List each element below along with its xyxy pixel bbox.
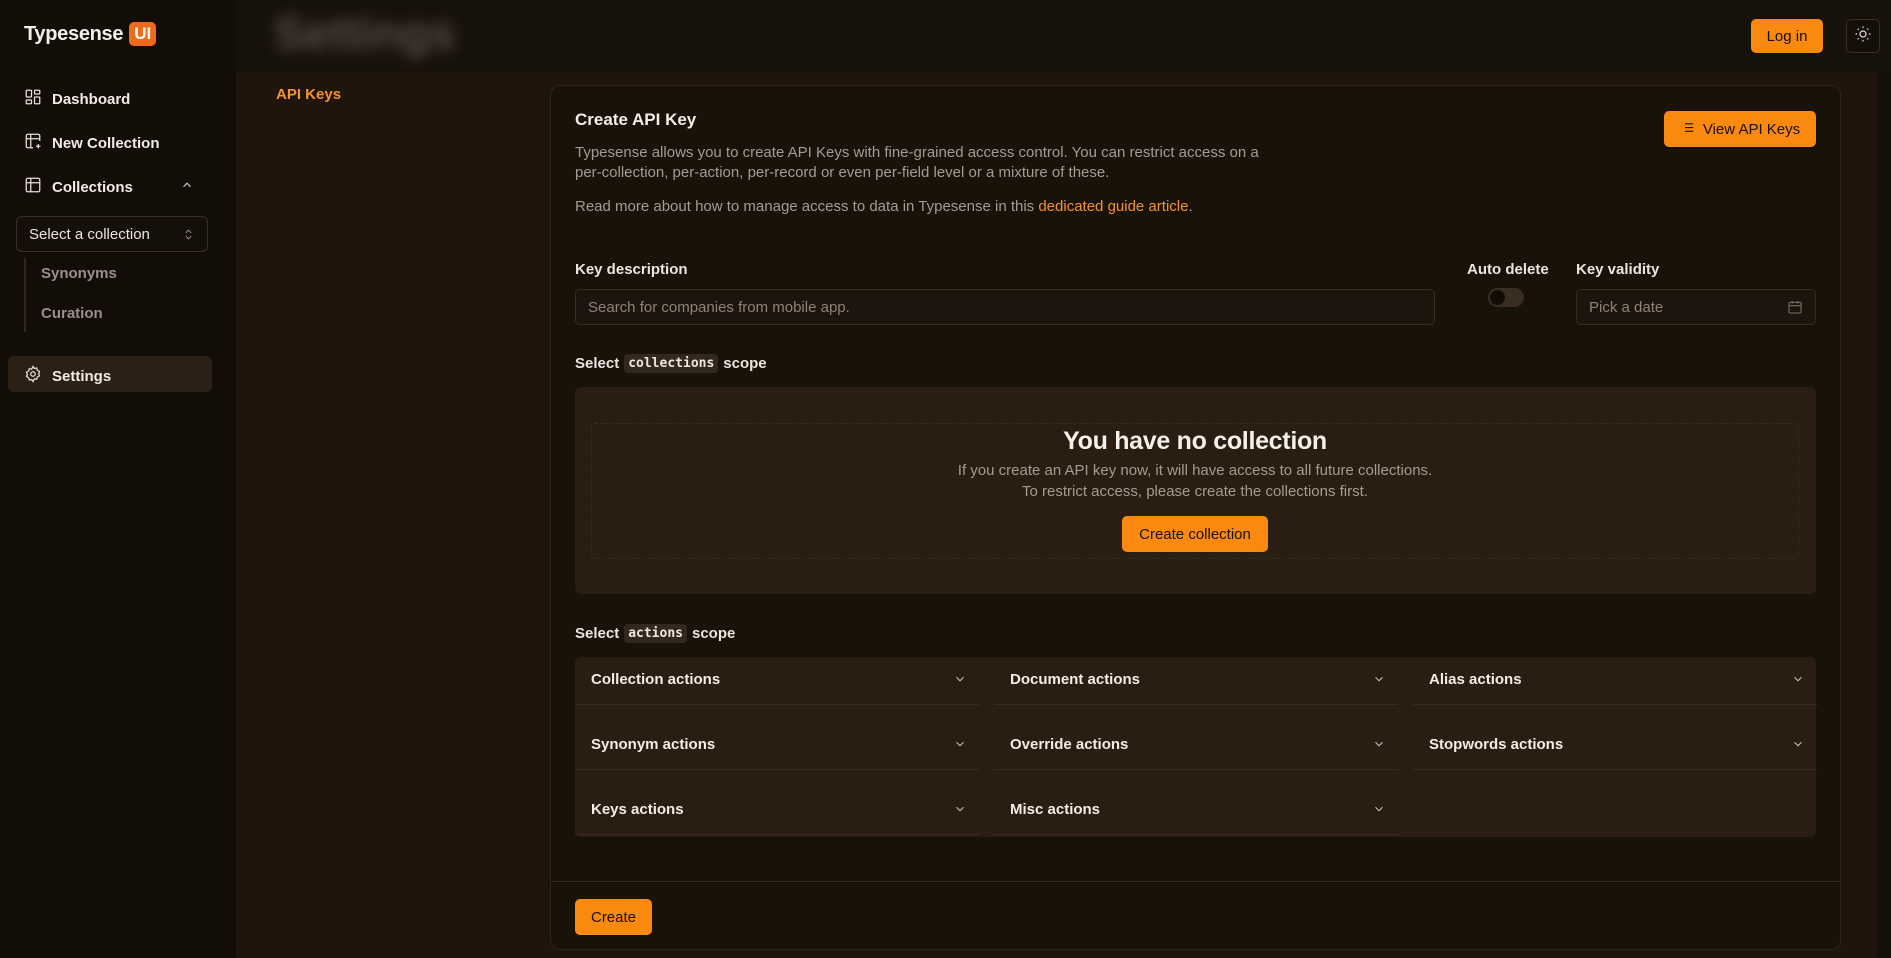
- page-title: Settings: [274, 7, 456, 59]
- auto-delete-toggle[interactable]: [1488, 288, 1524, 307]
- scope-prefix: Select: [575, 355, 620, 372]
- accordion-label: Collection actions: [591, 671, 721, 688]
- guide-article-link[interactable]: dedicated guide article: [1038, 198, 1188, 215]
- collections-scope-heading: Select collections scope: [575, 354, 767, 373]
- top-header: Settings: [236, 0, 1891, 72]
- key-description-label: Key description: [575, 261, 688, 278]
- brand-logo[interactable]: Typesense UI: [24, 22, 157, 46]
- chevron-down-icon: [1372, 672, 1386, 690]
- sidebar: Typesense UI Dashboard New Collection Co…: [0, 0, 236, 958]
- calendar-icon: [1788, 301, 1802, 314]
- view-api-keys-button[interactable]: View API Keys: [1664, 111, 1816, 147]
- key-validity-date-picker[interactable]: Pick a date: [1576, 289, 1816, 325]
- accordion-collection-actions[interactable]: Collection actions: [575, 657, 979, 705]
- accordion-label: Document actions: [1010, 671, 1141, 688]
- table-plus-icon: [24, 132, 42, 154]
- scope-code: collections: [624, 354, 719, 373]
- sidebar-item-label: Collections: [52, 178, 133, 196]
- scope-suffix: scope: [723, 355, 767, 372]
- card-description: Typesense allows you to create API Keys …: [575, 144, 1259, 181]
- table-icon: [24, 176, 42, 198]
- card-footer-divider: [551, 881, 1840, 882]
- chevron-down-icon: [1372, 737, 1386, 755]
- accordion-override-actions[interactable]: Override actions: [994, 722, 1398, 770]
- accordion-label: Stopwords actions: [1429, 736, 1564, 753]
- empty-state-title: You have no collection: [1063, 427, 1327, 455]
- chevron-down-icon: [953, 737, 967, 755]
- gear-icon: [24, 365, 42, 387]
- create-api-key-card: Create API Key View API Keys Typesense a…: [550, 85, 1841, 950]
- sidebar-item-label: Settings: [52, 367, 112, 385]
- key-description-input[interactable]: [575, 289, 1435, 325]
- dashboard-icon: [24, 88, 42, 110]
- chevron-down-icon: [953, 802, 967, 820]
- sidebar-item-settings[interactable]: Settings: [8, 356, 212, 392]
- accordion-keys-actions[interactable]: Keys actions: [575, 787, 979, 835]
- accordion-label: Alias actions: [1429, 671, 1522, 688]
- brand-name: Typesense: [24, 22, 124, 45]
- sun-icon: [1854, 25, 1872, 48]
- sidebar-item-new-collection[interactable]: New Collection: [24, 132, 160, 154]
- key-validity-label: Key validity: [1576, 261, 1660, 278]
- collections-empty-panel: You have no collection If you create an …: [575, 387, 1816, 594]
- accordion-label: Synonym actions: [591, 736, 716, 753]
- sidebar-item-label: Dashboard: [52, 90, 131, 108]
- login-button[interactable]: Log in: [1751, 19, 1823, 53]
- accordion-label: Keys actions: [591, 801, 684, 818]
- create-button[interactable]: Create: [575, 899, 652, 935]
- settings-nav-api-keys[interactable]: API Keys: [276, 86, 341, 103]
- theme-toggle-button[interactable]: [1846, 19, 1880, 53]
- accordion-document-actions[interactable]: Document actions: [994, 657, 1398, 705]
- sidebar-item-synonyms[interactable]: Synonyms: [41, 265, 117, 282]
- collection-select-value: Select a collection: [29, 226, 150, 243]
- sidebar-item-label: New Collection: [52, 134, 160, 152]
- create-collection-button[interactable]: Create collection: [1122, 516, 1268, 552]
- readmore-text: Read more about how to manage access to …: [575, 198, 1193, 215]
- readmore-suffix: .: [1188, 198, 1193, 215]
- accordion-label: Misc actions: [1010, 801, 1101, 818]
- chevron-up-icon[interactable]: [180, 178, 194, 196]
- accordion-misc-actions[interactable]: Misc actions: [994, 787, 1398, 835]
- subnav-rail: [24, 258, 26, 332]
- accordion-stopwords-actions[interactable]: Stopwords actions: [1413, 722, 1817, 770]
- chevron-down-icon: [1791, 672, 1805, 690]
- empty-state-line2: To restrict access, please create the co…: [1022, 483, 1368, 500]
- brand-badge: UI: [129, 22, 157, 46]
- empty-state-line1: If you create an API key now, it will ha…: [957, 462, 1433, 479]
- scope-suffix: scope: [692, 625, 736, 642]
- right-gutter: [1877, 72, 1891, 958]
- accordion-synonym-actions[interactable]: Synonym actions: [575, 722, 979, 770]
- collection-select[interactable]: Select a collection: [16, 216, 208, 252]
- readmore-prefix: Read more about how to manage access to …: [575, 198, 1039, 215]
- accordion-alias-actions[interactable]: Alias actions: [1413, 657, 1817, 705]
- scope-code: actions: [624, 624, 687, 643]
- list-icon: [1680, 120, 1695, 139]
- chevron-down-icon: [1372, 802, 1386, 820]
- key-validity-placeholder: Pick a date: [1589, 299, 1664, 316]
- sidebar-item-dashboard[interactable]: Dashboard: [24, 88, 130, 110]
- card-title: Create API Key: [575, 110, 697, 129]
- empty-state: You have no collection If you create an …: [591, 423, 1799, 559]
- accordion-label: Override actions: [1010, 736, 1129, 753]
- auto-delete-label: Auto delete: [1467, 261, 1549, 278]
- scope-prefix: Select: [575, 625, 620, 642]
- actions-scope-heading: Select actions scope: [575, 624, 735, 643]
- chevron-down-icon: [1791, 737, 1805, 755]
- app-root: Typesense UI Dashboard New Collection Co…: [0, 0, 1891, 958]
- view-api-keys-label: View API Keys: [1702, 120, 1801, 138]
- actions-grid: Collection actions Document actions Alia…: [575, 657, 1817, 837]
- chevron-up-down-icon: [182, 227, 195, 246]
- chevron-down-icon: [953, 672, 967, 690]
- sidebar-item-collections[interactable]: Collections: [24, 176, 194, 198]
- sidebar-item-curation[interactable]: Curation: [41, 305, 103, 322]
